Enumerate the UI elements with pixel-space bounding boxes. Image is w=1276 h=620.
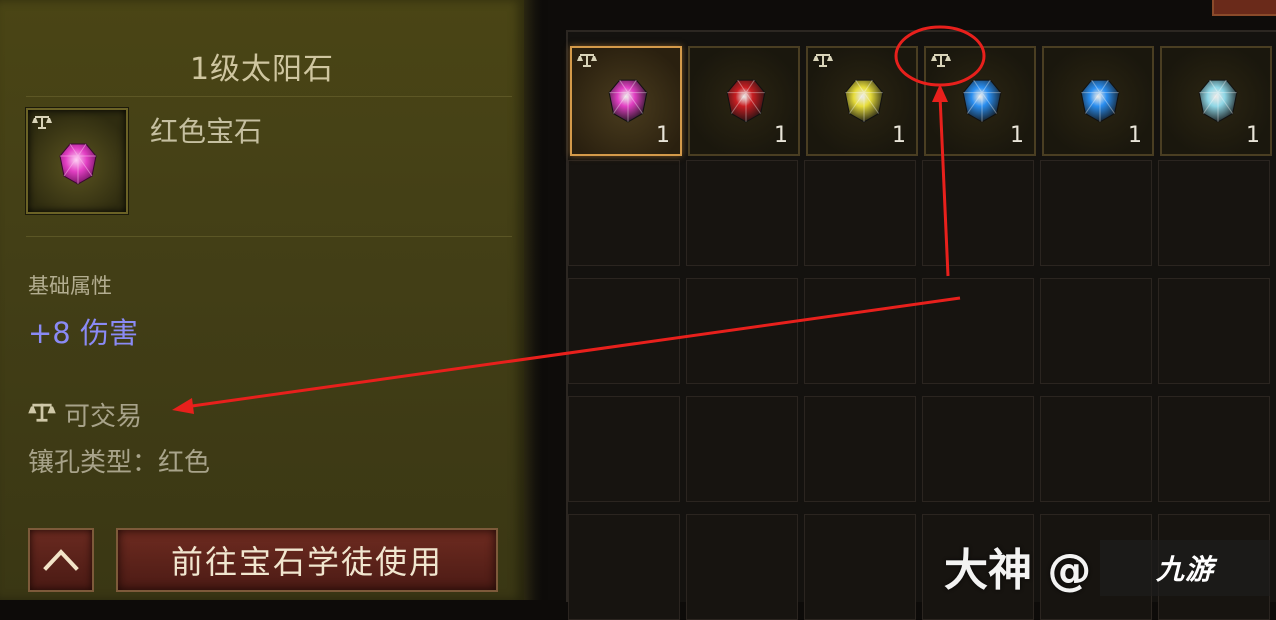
- item-icon-frame: [26, 108, 128, 214]
- inventory-empty-cell[interactable]: [568, 160, 680, 266]
- item-count: 1: [656, 123, 670, 148]
- item-count: 1: [774, 123, 788, 148]
- gem-icon: [606, 78, 650, 128]
- inventory-empty-cell[interactable]: [804, 396, 916, 502]
- inventory-gem-slot[interactable]: 1: [1042, 46, 1154, 156]
- divider: [26, 96, 512, 97]
- inventory-empty-cell[interactable]: [1040, 160, 1152, 266]
- item-tooltip-panel: 1级太阳石 红色宝石 基础属性 +8 伤害 可交易 镶孔类型：红色 前往宝石学徒…: [0, 0, 524, 600]
- inventory-empty-cell[interactable]: [568, 514, 680, 620]
- inventory-gem-slot[interactable]: 1: [806, 46, 918, 156]
- item-count: 1: [1128, 123, 1142, 148]
- inventory-empty-cell[interactable]: [1040, 396, 1152, 502]
- gem-icon: [1196, 78, 1240, 128]
- item-count: 1: [892, 123, 906, 148]
- top-right-button[interactable]: [1212, 0, 1276, 16]
- inventory-empty-cell[interactable]: [922, 396, 1034, 502]
- collapse-button[interactable]: [28, 528, 94, 592]
- inventory-gem-slot[interactable]: 1: [688, 46, 800, 156]
- inventory-empty-cell[interactable]: [686, 278, 798, 384]
- inventory-empty-cell[interactable]: [568, 278, 680, 384]
- panel-edge: [524, 0, 542, 600]
- inventory-empty-cell[interactable]: [686, 160, 798, 266]
- inventory-empty-cell[interactable]: [568, 396, 680, 502]
- tradeable-label: 可交易: [64, 402, 143, 432]
- scale-icon: [32, 114, 52, 134]
- watermark-text: 大神 @: [944, 545, 1092, 596]
- socket-type: 镶孔类型：红色: [28, 448, 211, 478]
- gem-icon: [1078, 78, 1122, 128]
- inventory-empty-cell[interactable]: [686, 514, 798, 620]
- item-type: 红色宝石: [150, 115, 263, 148]
- gem-icon: [58, 142, 98, 190]
- inventory-empty-cell[interactable]: [804, 278, 916, 384]
- inventory-empty-cell[interactable]: [1158, 396, 1270, 502]
- inventory-empty-cell[interactable]: [1040, 278, 1152, 384]
- item-count: 1: [1010, 123, 1024, 148]
- scale-icon: [931, 52, 951, 72]
- chevron-up-icon: [43, 549, 79, 571]
- inventory-gem-slot[interactable]: 1: [924, 46, 1036, 156]
- damage-stat: +8 伤害: [28, 316, 138, 350]
- gem-icon: [842, 78, 886, 128]
- inventory-gem-slot[interactable]: 1: [1160, 46, 1272, 156]
- scale-icon: [28, 400, 56, 430]
- item-title: 1级太阳石: [189, 52, 335, 87]
- tradeable-row: 可交易: [28, 396, 142, 433]
- inventory-empty-cell[interactable]: [1158, 160, 1270, 266]
- inventory-empty-cell[interactable]: [804, 160, 916, 266]
- item-count: 1: [1246, 123, 1260, 148]
- gem-icon: [724, 78, 768, 128]
- watermark-logo: 九游: [1100, 540, 1270, 596]
- inventory-empty-cell[interactable]: [922, 278, 1034, 384]
- scale-icon: [813, 52, 833, 72]
- inventory-empty-cell[interactable]: [1158, 278, 1270, 384]
- gem-icon: [960, 78, 1004, 128]
- go-to-gem-apprentice-button[interactable]: 前往宝石学徒使用: [116, 528, 498, 592]
- inventory-empty-cell[interactable]: [922, 160, 1034, 266]
- inventory-gem-slot[interactable]: 1: [570, 46, 682, 156]
- scale-icon: [577, 52, 597, 72]
- divider: [26, 236, 512, 237]
- base-attributes-label: 基础属性: [28, 274, 112, 298]
- inventory-empty-cell[interactable]: [804, 514, 916, 620]
- inventory-empty-cell[interactable]: [686, 396, 798, 502]
